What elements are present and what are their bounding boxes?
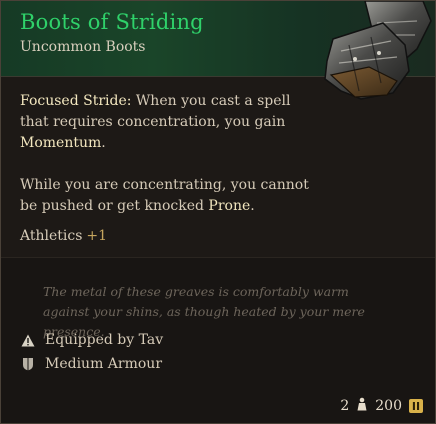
item-type: Uncommon Boots [20,39,146,55]
gold-value: 200 [375,398,402,414]
armour-row: Medium Armour [21,356,162,372]
armour-label: Medium Armour [45,356,163,372]
skill-bonus-value: +1 [86,228,108,244]
effect2-text: While you are concentrating, you cannot … [20,177,309,214]
effect-name: Focused Stride: [20,93,132,109]
skill-bonus-label: Athletics [20,228,83,244]
item-tooltip: Boots of Striding Uncommon Boots Focused… [0,0,436,424]
skill-bonus: Athletics +1 [20,228,107,244]
warning-triangle-icon [21,333,35,347]
effect2-description: While you are concentrating, you cannot … [20,175,320,217]
gold-coin-icon: II [409,399,423,413]
equipped-row: Equipped by Tav [21,332,163,348]
weight-value: 2 [340,398,350,414]
armour-shield-icon [21,357,35,371]
keyword-prone[interactable]: Prone [208,198,250,214]
equipped-label: Equipped by Tav [45,332,164,348]
keyword-momentum[interactable]: Momentum [20,135,101,151]
effect-description: Focused Stride: When you cast a spell th… [20,91,320,154]
weight-icon [356,397,368,415]
item-name: Boots of Striding [20,10,204,34]
tooltip-lower-section: The metal of these greaves is comfortabl… [1,257,435,423]
boots-image [324,1,432,100]
item-footer: 2 200 II [340,397,423,415]
effect2-text-end: . [250,198,255,214]
effect-text-end: . [101,135,106,151]
